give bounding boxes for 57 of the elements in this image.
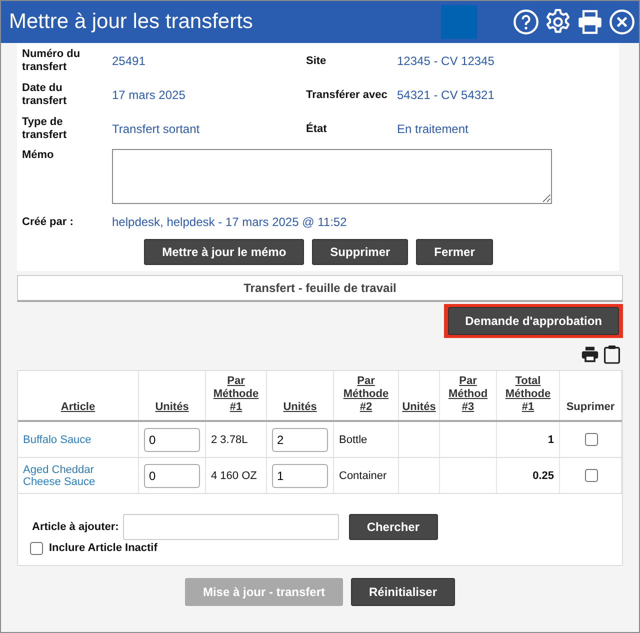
field-label: Transférer avec <box>306 88 388 102</box>
field-value: 54321 - CV 54321 <box>397 88 496 102</box>
memo-field[interactable] <box>112 149 552 204</box>
help-icon[interactable] <box>513 9 539 35</box>
action-button[interactable]: Réinitialiser <box>351 578 456 606</box>
field-value: En traitement <box>397 122 470 136</box>
column-header[interactable]: Par Méthode #1 <box>206 371 266 421</box>
column-header[interactable]: Par Méthod #3 <box>440 371 496 421</box>
field-label: Mémo <box>22 149 55 163</box>
field-label: Numéro du transfert <box>22 47 82 75</box>
action-button[interactable]: Mettre à jour le mémo <box>144 239 304 265</box>
field-value: Transfert sortant <box>112 122 201 136</box>
units-field[interactable]: 2 <box>272 428 328 452</box>
table-cell: 0.25 <box>532 470 554 482</box>
field-label: Site <box>306 54 328 68</box>
column-header[interactable]: Par Méthode #2 <box>334 371 398 421</box>
article-link[interactable]: Aged Cheddar Cheese Sauce <box>23 464 133 488</box>
action-button[interactable]: Supprimer <box>312 239 408 265</box>
table-cell: Container <box>339 470 387 482</box>
approval-button[interactable]: Demande d'approbation <box>448 307 619 335</box>
print-icon[interactable] <box>577 9 603 35</box>
section-header: Transfert - feuille de travail <box>17 275 623 302</box>
search-button[interactable]: Chercher <box>348 514 438 540</box>
column-header[interactable]: Total Méthode #1 <box>496 371 560 421</box>
field-label: État <box>306 121 328 136</box>
article-field[interactable] <box>122 514 339 540</box>
table-cell: 1 <box>548 434 554 446</box>
field-value: helpdesk, helpdesk - 17 mars 2025 @ 11:52 <box>112 215 347 229</box>
table-cell: 4 160 OZ <box>211 470 257 482</box>
print-icon[interactable] <box>581 344 599 364</box>
field-label: Article à ajouter: <box>32 520 119 534</box>
settings-icon[interactable] <box>545 9 571 35</box>
field-label: Créé par : <box>22 216 74 228</box>
field-value: 25491 <box>112 54 146 68</box>
units-field[interactable]: 0 <box>144 428 200 452</box>
header-block <box>441 5 477 39</box>
column-header[interactable]: Unités <box>266 371 334 421</box>
units-field[interactable]: 0 <box>144 464 200 488</box>
column-header: Suprimer <box>560 371 622 421</box>
action-button[interactable]: Fermer <box>416 239 493 265</box>
close-icon[interactable] <box>609 9 635 35</box>
field-label: Type de transfert <box>22 115 68 143</box>
checkbox-label: Inclure Article Inactif <box>49 542 158 555</box>
units-field[interactable]: 1 <box>272 464 328 488</box>
column-header[interactable]: Unités <box>138 371 206 421</box>
table-cell: 2 3.78L <box>211 434 248 446</box>
field-value: 12345 - CV 12345 <box>397 54 496 68</box>
column-header[interactable]: Unités <box>398 371 440 421</box>
clipboard-icon[interactable] <box>603 344 621 364</box>
article-link[interactable]: Buffalo Sauce <box>23 434 133 446</box>
table-cell: Bottle <box>339 434 368 446</box>
field-value: 17 mars 2025 <box>112 88 186 102</box>
column-header[interactable]: Article <box>18 371 138 421</box>
field-label: Date du transfert <box>22 81 68 109</box>
delete-checkbox[interactable] <box>584 469 598 482</box>
window-title: Mettre à jour les transferts <box>9 10 254 34</box>
delete-checkbox[interactable] <box>584 433 598 446</box>
